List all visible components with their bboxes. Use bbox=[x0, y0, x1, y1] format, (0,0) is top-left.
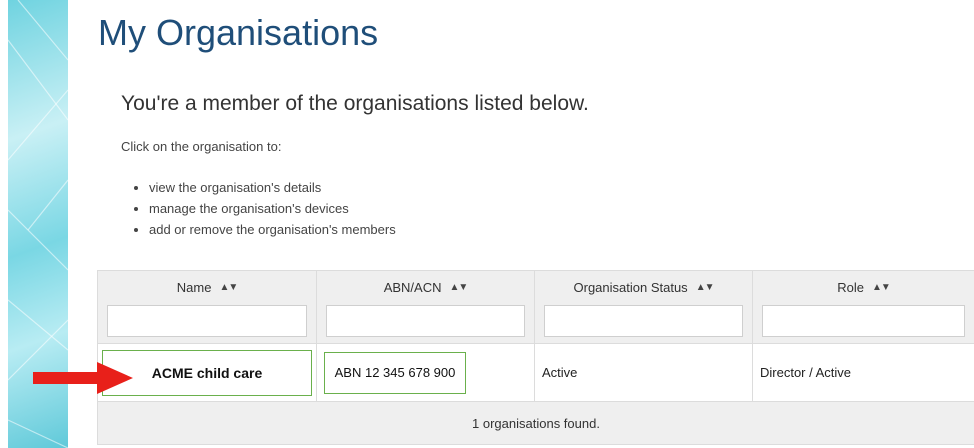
abn-filter-input[interactable] bbox=[326, 305, 525, 337]
red-arrow-icon bbox=[33, 362, 133, 394]
organisation-abn: ABN 12 345 678 900 bbox=[324, 351, 466, 394]
column-label: ABN/ACN bbox=[383, 279, 442, 295]
column-header-abn[interactable]: ABN/ACN ▲▼ bbox=[316, 270, 535, 344]
intro-text: Click on the organisation to: bbox=[121, 139, 282, 154]
results-count: 1 organisations found. bbox=[97, 401, 974, 445]
sort-icon[interactable]: ▲▼ bbox=[696, 282, 715, 293]
page-title: My Organisations bbox=[98, 12, 379, 53]
role-filter-input[interactable] bbox=[762, 305, 965, 337]
cell-status: Active bbox=[534, 343, 753, 402]
page-subtitle: You're a member of the organisations lis… bbox=[121, 92, 589, 115]
sort-icon[interactable]: ▲▼ bbox=[450, 282, 469, 293]
column-label: Role bbox=[837, 279, 864, 295]
action-list-item: add or remove the organisation's members bbox=[149, 219, 396, 240]
column-header-name[interactable]: Name ▲▼ bbox=[97, 270, 317, 344]
organisation-name-link[interactable]: ACME child care bbox=[102, 349, 312, 396]
action-list-item: view the organisation's details bbox=[149, 177, 396, 198]
column-header-role[interactable]: Role ▲▼ bbox=[752, 270, 974, 344]
column-label: Organisation Status bbox=[573, 279, 688, 295]
table-row[interactable]: ACME child care ABN 12 345 678 900 Activ… bbox=[97, 343, 974, 402]
cell-role: Director / Active bbox=[752, 343, 974, 402]
sort-icon[interactable]: ▲▼ bbox=[872, 282, 891, 293]
sort-icon[interactable]: ▲▼ bbox=[219, 282, 238, 293]
column-header-status[interactable]: Organisation Status ▲▼ bbox=[534, 270, 753, 344]
action-list-item: manage the organisation's devices bbox=[149, 198, 396, 219]
organisations-table: Name ▲▼ ABN/ACN ▲▼ Organisation Status ▲… bbox=[97, 270, 974, 445]
name-filter-input[interactable] bbox=[107, 305, 307, 337]
cell-abn[interactable]: ABN 12 345 678 900 bbox=[316, 343, 535, 402]
action-list: view the organisation's details manage t… bbox=[131, 177, 396, 240]
column-label: Name bbox=[176, 279, 212, 295]
status-filter-input[interactable] bbox=[544, 305, 743, 337]
